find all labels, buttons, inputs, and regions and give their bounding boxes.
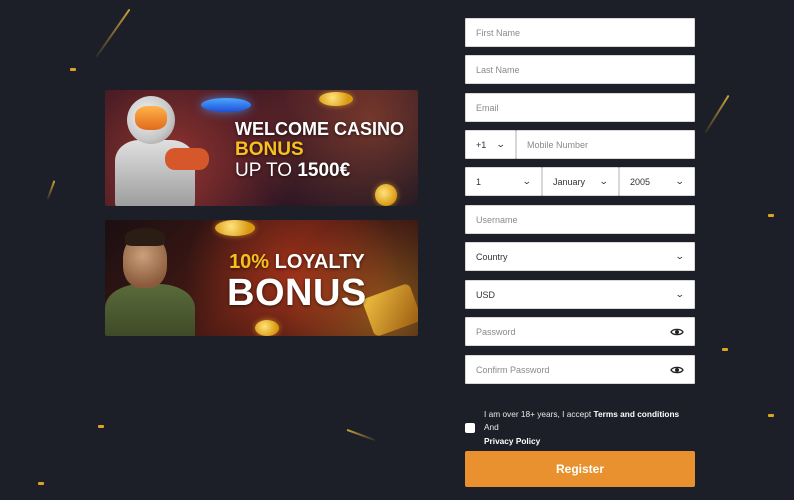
confetti-streak	[46, 180, 56, 200]
phone-code-value: +1	[476, 139, 487, 150]
confetti-streak	[95, 8, 131, 58]
welcome-amount: 1500€	[297, 160, 351, 181]
welcome-bonus-banner[interactable]: WELCOME CASINO BONUS UP TO 1500€	[105, 90, 418, 206]
coin-icon	[255, 320, 279, 336]
email-input[interactable]	[476, 94, 684, 121]
username-field[interactable]	[465, 205, 695, 234]
username-input[interactable]	[476, 206, 684, 233]
country-select[interactable]: Country ⌄	[465, 242, 695, 271]
confirm-password-input[interactable]	[476, 356, 670, 383]
chevron-down-icon: ⌄	[675, 289, 686, 299]
treasure-icon	[361, 282, 418, 336]
welcome-banner-text: WELCOME CASINO BONUS UP TO 1500€	[235, 120, 404, 180]
character-body	[105, 284, 195, 336]
chevron-down-icon: ⌄	[522, 176, 533, 186]
date-of-birth-row: 1 ⌄ January ⌄ 2005 ⌄	[465, 167, 695, 196]
chevron-down-icon: ⌄	[496, 139, 507, 149]
coin-icon	[215, 220, 255, 236]
confetti-dot	[38, 482, 44, 485]
confetti-dot	[722, 348, 728, 351]
loyalty-banner-text: 10% LOYALTY BONUS	[227, 252, 367, 312]
currency-select[interactable]: USD ⌄	[465, 280, 695, 309]
loyalty-word: LOYALTY	[274, 251, 365, 273]
terms-row: I am over 18+ years, I accept Terms and …	[465, 408, 695, 448]
confetti-dot	[768, 414, 774, 417]
birth-month-value: January	[553, 176, 586, 187]
chevron-down-icon: ⌄	[675, 176, 686, 186]
chevron-down-icon: ⌄	[599, 176, 610, 186]
welcome-up-to: UP TO	[235, 160, 293, 181]
chevron-down-icon: ⌄	[675, 251, 686, 261]
confetti-dot	[98, 425, 104, 428]
terms-text: I am over 18+ years, I accept Terms and …	[484, 408, 695, 448]
character-hair	[125, 228, 165, 246]
welcome-bonus-word: BONUS	[235, 139, 304, 160]
mobile-number-input[interactable]	[527, 131, 684, 158]
loyalty-bonus-word: BONUS	[227, 272, 367, 314]
loyalty-percent: 10%	[229, 251, 270, 273]
terms-and: And	[484, 422, 499, 433]
first-name-input[interactable]	[476, 19, 684, 46]
password-input[interactable]	[476, 318, 670, 345]
confetti-dot	[768, 214, 774, 217]
mobile-number-field[interactable]	[516, 130, 695, 159]
birth-year-value: 2005	[630, 176, 651, 187]
astronaut-arm	[165, 148, 209, 170]
register-button[interactable]: Register	[465, 451, 695, 487]
ufo-icon	[201, 98, 251, 112]
phone-code-select[interactable]: +1 ⌄	[465, 130, 516, 159]
astronaut-visor	[135, 106, 167, 130]
confetti-dot	[70, 68, 76, 71]
welcome-amount-line: UP TO 1500€	[235, 161, 404, 180]
eye-icon[interactable]	[670, 325, 684, 339]
terms-checkbox[interactable]	[465, 422, 475, 433]
password-field[interactable]	[465, 317, 695, 346]
phone-row: +1 ⌄	[465, 130, 695, 159]
birth-year-select[interactable]: 2005 ⌄	[619, 167, 695, 196]
eye-icon[interactable]	[670, 363, 684, 377]
confetti-streak	[704, 94, 730, 134]
privacy-policy-link[interactable]: Privacy Policy	[484, 436, 540, 446]
currency-value: USD	[476, 289, 496, 300]
birth-month-select[interactable]: January ⌄	[542, 167, 619, 196]
confetti-streak	[346, 428, 376, 442]
last-name-input[interactable]	[476, 56, 684, 83]
terms-link[interactable]: Terms and conditions	[594, 409, 680, 419]
coin-icon	[375, 184, 397, 206]
first-name-field[interactable]	[465, 18, 695, 47]
loyalty-bonus-banner[interactable]: 10% LOYALTY BONUS	[105, 220, 418, 336]
welcome-title: WELCOME CASINO	[235, 119, 404, 139]
birth-day-value: 1	[476, 176, 482, 187]
last-name-field[interactable]	[465, 55, 695, 84]
coin-icon	[319, 92, 353, 106]
email-field[interactable]	[465, 93, 695, 122]
country-value: Country	[476, 251, 508, 262]
birth-day-select[interactable]: 1 ⌄	[465, 167, 542, 196]
confirm-password-field[interactable]	[465, 355, 695, 384]
terms-prefix: I am over 18+ years, I accept	[484, 409, 592, 419]
